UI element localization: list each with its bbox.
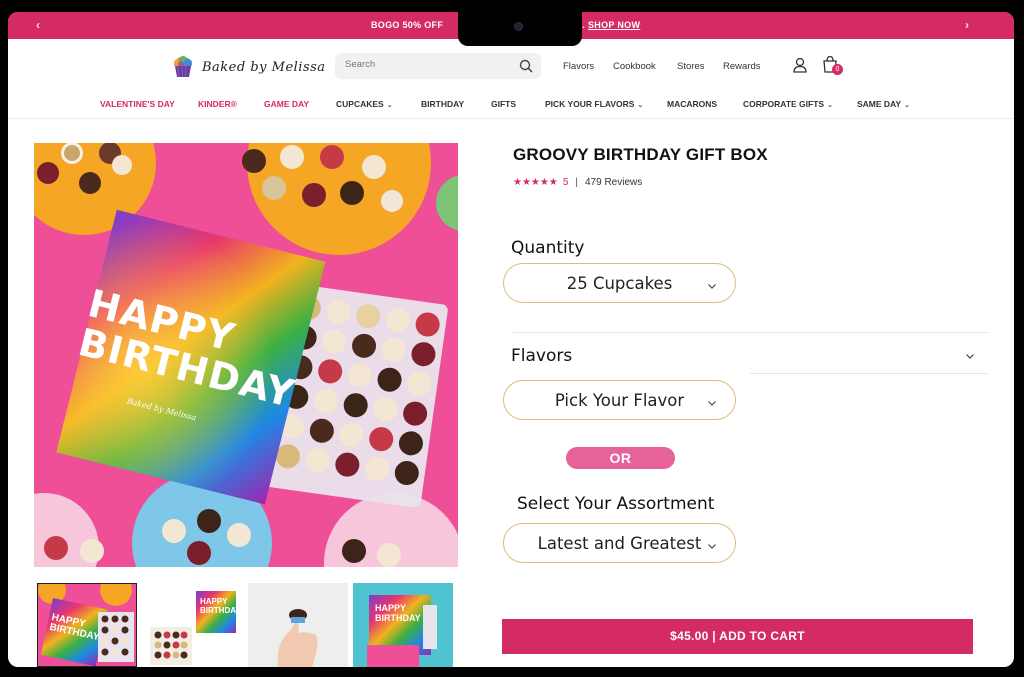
flavors-label: Flavors	[511, 346, 573, 366]
chevron-down-icon: ⌄	[637, 102, 644, 109]
search-input[interactable]	[345, 59, 505, 70]
star-icon: ★★★★★	[513, 177, 558, 188]
category-corporate-gifts-label: CORPORATE GIFTS	[743, 99, 825, 109]
nav-cookbook[interactable]: Cookbook	[613, 61, 656, 72]
chevron-down-icon: ⌄	[904, 102, 910, 109]
cart-icon[interactable]: 0	[822, 55, 843, 78]
category-valentines-day[interactable]: VALENTINE'S DAY	[100, 99, 175, 109]
account-icon[interactable]	[793, 57, 807, 78]
flavor-value: Pick Your Flavor	[554, 390, 685, 410]
section-divider	[513, 332, 988, 333]
product-title: GROOVY BIRTHDAY GIFT BOX	[513, 145, 768, 164]
assortment-select[interactable]: Latest and Greatest	[503, 523, 736, 563]
chevron-down-icon: ⌄	[827, 102, 833, 109]
category-same-day-label: SAME DAY	[857, 99, 902, 109]
brand-logo[interactable]: Baked by Melissa	[170, 52, 326, 82]
camera-notch	[458, 12, 582, 46]
category-pick-your-flavors-label: PICK YOUR FLAVORS	[545, 99, 635, 109]
quantity-value: 25 Cupcakes	[566, 273, 673, 293]
product-thumbnail-1[interactable]: HAPPY BIRTHDAY	[37, 583, 137, 667]
quantity-select[interactable]: 25 Cupcakes	[503, 263, 736, 303]
promo-shop-now-link[interactable]: SHOP NOW	[588, 20, 640, 30]
search-icon[interactable]	[519, 59, 533, 78]
product-thumbnail-2[interactable]: HAPPY BIRTHDAY	[142, 583, 242, 667]
browser-viewport: ‹ BOGO 50% OFF X. SHOP NOW › Baked by Me…	[8, 12, 1014, 667]
rating-separator: |	[575, 177, 578, 188]
chevron-right-icon[interactable]: ›	[965, 18, 969, 32]
product-main-image[interactable]: HAPPY BIRTHDAY Baked by Melissa	[34, 143, 458, 567]
product-thumbnail-4[interactable]: HAPPY BIRTHDAY	[353, 583, 453, 667]
chevron-down-icon	[707, 536, 717, 555]
category-cupcakes-label: CUPCAKES	[336, 99, 384, 109]
category-gifts[interactable]: GIFTS	[491, 99, 516, 109]
chevron-left-icon[interactable]: ‹	[36, 18, 40, 32]
product-rating[interactable]: ★★★★★ 5 | 479 Reviews	[513, 177, 642, 188]
chevron-down-icon	[707, 276, 717, 295]
nav-stores[interactable]: Stores	[677, 61, 704, 72]
flavors-expand-chevron-icon[interactable]	[965, 348, 975, 366]
cupcake-logo-icon	[170, 54, 196, 80]
category-corporate-gifts[interactable]: CORPORATE GIFTS ⌄	[743, 99, 833, 109]
chevron-down-icon	[707, 393, 717, 412]
quantity-label: Quantity	[511, 238, 585, 258]
promo-text: BOGO 50% OFF	[371, 20, 444, 30]
category-birthday[interactable]: BIRTHDAY	[421, 99, 464, 109]
chevron-down-icon: ⌄	[386, 102, 393, 109]
camera-icon	[514, 22, 523, 31]
nav-rewards[interactable]: Rewards	[723, 61, 761, 72]
or-divider-badge: OR	[566, 447, 675, 469]
assortment-value: Latest and Greatest	[537, 533, 702, 553]
cart-count-badge: 0	[832, 64, 843, 75]
flavor-select[interactable]: Pick Your Flavor	[503, 380, 736, 420]
category-kinder[interactable]: KINDER®	[198, 99, 237, 109]
nav-flavors[interactable]: Flavors	[563, 61, 594, 72]
brand-name: Baked by Melissa	[202, 59, 326, 75]
section-divider	[750, 373, 988, 374]
add-to-cart-button[interactable]: $45.00 | ADD TO CART	[502, 619, 973, 654]
search-box[interactable]	[335, 53, 541, 79]
category-same-day[interactable]: SAME DAY ⌄	[857, 99, 910, 109]
category-cupcakes[interactable]: CUPCAKES ⌄	[336, 99, 393, 109]
review-count-link[interactable]: 479 Reviews	[585, 177, 642, 188]
category-macarons[interactable]: MACARONS	[667, 99, 717, 109]
assortment-label: Select Your Assortment	[517, 494, 715, 514]
thumbnail-2-caption: HAPPY BIRTHDAY	[200, 597, 241, 615]
thumbnail-4-caption: HAPPY BIRTHDAY	[375, 603, 421, 623]
category-pick-your-flavors[interactable]: PICK YOUR FLAVORS ⌄	[545, 99, 643, 109]
rating-score: 5	[562, 177, 569, 188]
nav-divider	[8, 118, 1014, 119]
product-thumbnail-3[interactable]	[248, 583, 348, 667]
category-game-day[interactable]: GAME DAY	[264, 99, 309, 109]
